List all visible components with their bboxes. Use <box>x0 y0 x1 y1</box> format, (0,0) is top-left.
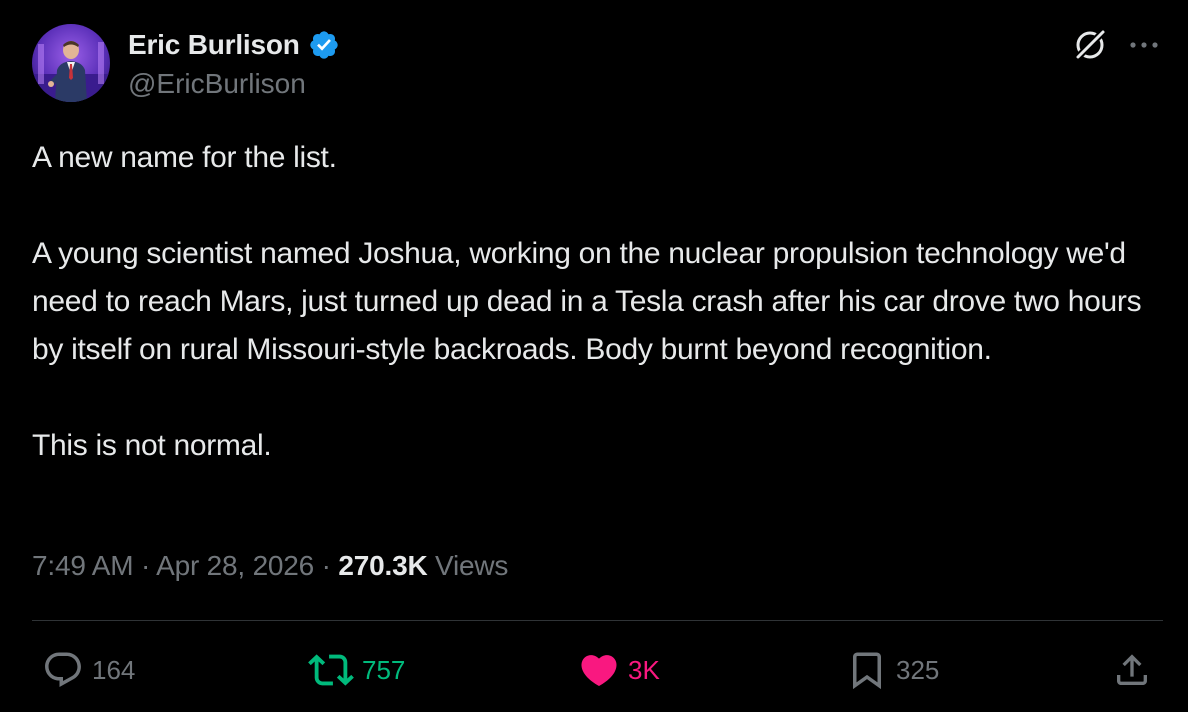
repost-button[interactable]: 757 <box>308 648 405 692</box>
bookmark-icon <box>853 652 881 690</box>
meta-separator: · <box>140 550 157 581</box>
avatar-image <box>32 24 110 102</box>
like-count: 3K <box>628 654 660 685</box>
avatar[interactable] <box>32 24 110 102</box>
like-button[interactable]: 3K <box>578 648 660 692</box>
reply-count: 164 <box>92 654 136 685</box>
grok-icon[interactable] <box>1071 26 1109 64</box>
like-icon <box>581 655 617 687</box>
views-count[interactable]: 270.3K <box>338 550 435 581</box>
bookmark-button[interactable]: 325 <box>846 648 939 692</box>
divider <box>32 620 1163 621</box>
views-label: Views <box>435 550 509 581</box>
repost-count: 757 <box>362 654 406 685</box>
tweet-paragraph: This is not normal. <box>32 429 272 462</box>
share-button[interactable] <box>1112 648 1152 692</box>
author-handle[interactable]: @EricBurlison <box>128 68 306 100</box>
author-name-row[interactable]: Eric Burlison <box>128 28 340 62</box>
verified-badge-icon[interactable] <box>308 29 340 61</box>
reply-button[interactable]: 164 <box>42 648 135 692</box>
repost-icon <box>308 654 354 686</box>
tweet-paragraph: A young scientist named Joshua, working … <box>32 237 1142 366</box>
tweet-paragraph: A new name for the list. <box>32 141 337 174</box>
author-name[interactable]: Eric Burlison <box>128 29 300 61</box>
tweet-card: Eric Burlison @EricBurlison A new name f… <box>0 0 1188 712</box>
reply-icon <box>45 652 81 687</box>
tweet-date[interactable]: Apr 28, 2026 <box>156 550 314 581</box>
meta-separator: · <box>321 550 339 581</box>
tweet-meta: 7:49 AM · Apr 28, 2026 · 270.3K Views <box>32 550 508 582</box>
tweet-text: A new name for the list. A young scienti… <box>32 134 1167 470</box>
more-icon[interactable] <box>1127 34 1161 56</box>
bookmark-count: 325 <box>896 654 940 685</box>
share-icon <box>1117 654 1147 685</box>
tweet-time[interactable]: 7:49 AM <box>32 550 134 581</box>
